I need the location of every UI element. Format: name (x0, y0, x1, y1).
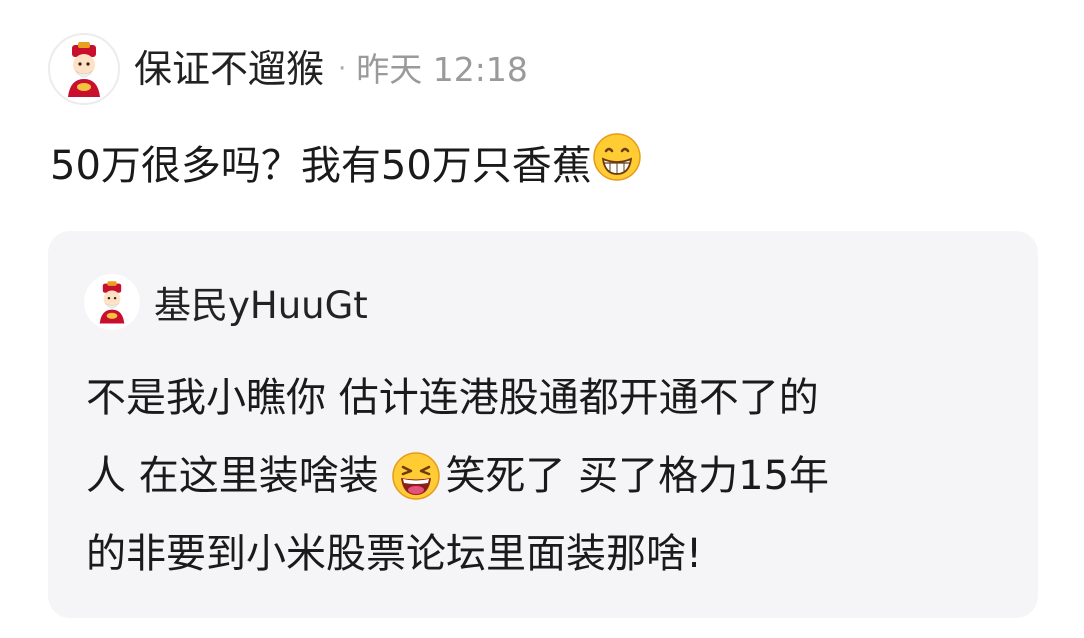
quoted-text-segment: 人 在这里装啥装 (86, 453, 392, 499)
grinning-face-icon (592, 132, 642, 199)
post-content: 50万很多吗？我有50万只香蕉 (50, 132, 642, 199)
post-text: 50万很多吗？我有50万只香蕉 (50, 142, 592, 189)
post-timestamp: 昨天 12:18 (356, 49, 528, 89)
meta-separator: · (338, 54, 347, 84)
fortune-god-avatar-icon (68, 42, 100, 97)
quoted-text-line: 人 在这里装啥装 笑死了 买了格力15年 (86, 437, 1016, 515)
post-header: 保证不遛猴 · 昨天 12:18 (48, 32, 528, 106)
fortune-god-avatar-icon (99, 281, 125, 324)
quoted-author-avatar[interactable] (84, 274, 140, 330)
quoted-text-line: 的非要到小米股票论坛里面装那啥! (86, 531, 703, 577)
quoted-comment-header: 基民yHuuGt (84, 274, 368, 330)
quoted-author-name[interactable]: 基民yHuuGt (154, 275, 368, 329)
quoted-text-line: 不是我小瞧你 估计连港股通都开通不了的 (86, 375, 819, 421)
quoted-comment-text: 不是我小瞧你 估计连港股通都开通不了的 人 在这里装啥装 笑死了 买了格力15年… (86, 359, 1016, 593)
quoted-text-segment: 笑死了 买了格力15年 (445, 453, 830, 499)
author-name[interactable]: 保证不遛猴 (134, 50, 324, 88)
author-avatar[interactable] (48, 33, 120, 105)
quoted-comment[interactable]: 基民yHuuGt 不是我小瞧你 估计连港股通都开通不了的 人 在这里装啥装 笑死… (48, 231, 1038, 618)
laughing-face-icon (391, 439, 441, 517)
